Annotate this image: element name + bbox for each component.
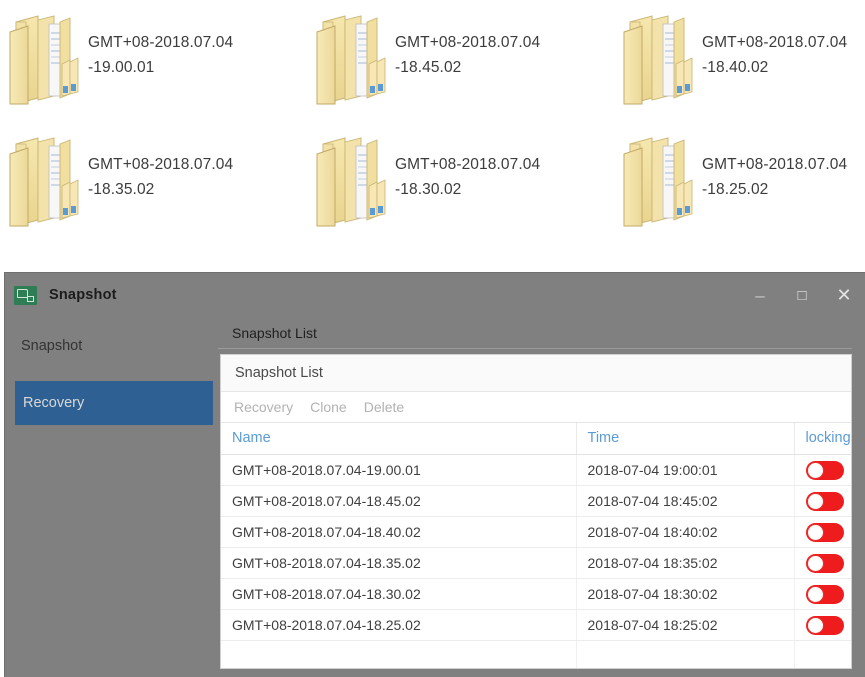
desktop-folder-label: GMT+08-2018.07.04 -18.45.02 [389,8,540,80]
desktop-folder-item[interactable]: GMT+08-2018.07.04 -18.30.02 [307,122,614,244]
cell-name: GMT+08-2018.07.04-18.40.02 [221,516,576,547]
snapshot-window: Snapshot – □ ✕ Snapshot Recovery Snapsho… [5,273,865,677]
desktop-folder-label: GMT+08-2018.07.04 -18.35.02 [82,130,233,202]
locking-toggle[interactable] [806,585,844,604]
cell-locking [794,454,851,485]
cell-locking [794,578,851,609]
cell-empty [221,640,576,668]
snapshot-app-icon [14,286,37,305]
table-row[interactable]: GMT+08-2018.07.04-18.25.022018-07-04 18:… [221,609,851,640]
desktop-folder-item[interactable]: GMT+08-2018.07.04 -18.45.02 [307,0,614,122]
table-header-row: Name Time locking [221,423,851,454]
folder-stack-icon [622,8,696,108]
window-title-bar[interactable]: Snapshot – □ ✕ [5,273,865,317]
cell-name: GMT+08-2018.07.04-18.25.02 [221,609,576,640]
folder-stack-icon [622,130,696,230]
locking-toggle[interactable] [806,554,844,573]
desktop-folder-grid: GMT+08-2018.07.04 -19.00.01 GMT+08-2018.0… [0,0,865,244]
snapshot-table: Name Time locking GMT+08-2018.07.04-19.0… [221,423,851,668]
recovery-button[interactable]: Recovery [234,399,293,415]
cell-time: 2018-07-04 18:45:02 [576,485,794,516]
locking-toggle[interactable] [806,523,844,542]
content-area: Snapshot List Snapshot List Recovery Clo… [218,317,865,677]
cell-time: 2018-07-04 18:35:02 [576,547,794,578]
sidebar-item-recovery[interactable]: Recovery [15,381,213,425]
table-row[interactable]: GMT+08-2018.07.04-19.00.012018-07-04 19:… [221,454,851,485]
desktop-folder-item[interactable]: GMT+08-2018.07.04 -18.40.02 [614,0,865,122]
desktop-folder-item[interactable]: GMT+08-2018.07.04 -18.35.02 [0,122,307,244]
toggle-knob [807,524,824,541]
column-header-time[interactable]: Time [576,423,794,454]
table-row[interactable]: GMT+08-2018.07.04-18.35.022018-07-04 18:… [221,547,851,578]
sidebar: Snapshot Recovery [5,317,218,677]
snapshot-list-panel: Snapshot List Recovery Clone Delete Name [220,354,852,669]
clone-button[interactable]: Clone [310,399,347,415]
table-empty-row [221,640,851,668]
desktop-folder-item[interactable]: GMT+08-2018.07.04 -19.00.01 [0,0,307,122]
delete-button[interactable]: Delete [364,399,404,415]
window-title: Snapshot [49,287,117,303]
cell-locking [794,516,851,547]
table-head: Name Time locking [221,423,851,454]
cell-time: 2018-07-04 18:25:02 [576,609,794,640]
tab-snapshot-list[interactable]: Snapshot List [218,317,331,348]
cell-time: 2018-07-04 18:30:02 [576,578,794,609]
locking-toggle[interactable] [806,492,844,511]
toggle-knob [807,555,824,572]
cell-name: GMT+08-2018.07.04-18.45.02 [221,485,576,516]
cell-time: 2018-07-04 19:00:01 [576,454,794,485]
folder-stack-icon [8,130,82,230]
tab-strip: Snapshot List [218,317,865,349]
close-button[interactable]: ✕ [823,273,865,317]
toggle-knob [807,617,824,634]
maximize-button[interactable]: □ [781,273,823,317]
cell-time: 2018-07-04 18:40:02 [576,516,794,547]
folder-stack-icon [315,130,389,230]
cell-name: GMT+08-2018.07.04-18.30.02 [221,578,576,609]
window-right-scroll-strip[interactable] [852,317,865,677]
table-body: GMT+08-2018.07.04-19.00.012018-07-04 19:… [221,454,851,668]
sidebar-item-snapshot[interactable]: Snapshot [5,327,218,364]
table-row[interactable]: GMT+08-2018.07.04-18.30.022018-07-04 18:… [221,578,851,609]
folder-stack-icon [315,8,389,108]
folder-stack-icon [8,8,82,108]
toggle-knob [807,586,824,603]
column-header-locking[interactable]: locking [794,423,851,454]
cell-locking [794,609,851,640]
cell-locking [794,547,851,578]
window-controls: – □ ✕ [739,273,865,317]
lock-glyph [27,296,34,302]
desktop-folder-item[interactable]: GMT+08-2018.07.04 -18.25.02 [614,122,865,244]
locking-toggle[interactable] [806,616,844,635]
desktop-folder-label: GMT+08-2018.07.04 -18.40.02 [696,8,847,80]
cell-empty [794,640,851,668]
desktop-folder-label: GMT+08-2018.07.04 -19.00.01 [82,8,233,80]
desktop-background: GMT+08-2018.07.04 -19.00.01 GMT+08-2018.0… [0,0,865,273]
column-header-name[interactable]: Name [221,423,576,454]
locking-toggle[interactable] [806,461,844,480]
cell-locking [794,485,851,516]
cell-name: GMT+08-2018.07.04-19.00.01 [221,454,576,485]
panel-toolbar: Recovery Clone Delete [221,392,851,423]
desktop-folder-label: GMT+08-2018.07.04 -18.25.02 [696,130,847,202]
toggle-knob [807,493,824,510]
minimize-button[interactable]: – [739,273,781,317]
table-row[interactable]: GMT+08-2018.07.04-18.45.022018-07-04 18:… [221,485,851,516]
cell-empty [576,640,794,668]
panel-header-title: Snapshot List [221,355,851,392]
snapshot-table-scroll[interactable]: Name Time locking GMT+08-2018.07.04-19.0… [221,423,851,668]
cell-name: GMT+08-2018.07.04-18.35.02 [221,547,576,578]
desktop-folder-label: GMT+08-2018.07.04 -18.30.02 [389,130,540,202]
window-body: Snapshot Recovery Snapshot List Snapshot… [5,317,865,677]
table-row[interactable]: GMT+08-2018.07.04-18.40.022018-07-04 18:… [221,516,851,547]
toggle-knob [807,462,824,479]
